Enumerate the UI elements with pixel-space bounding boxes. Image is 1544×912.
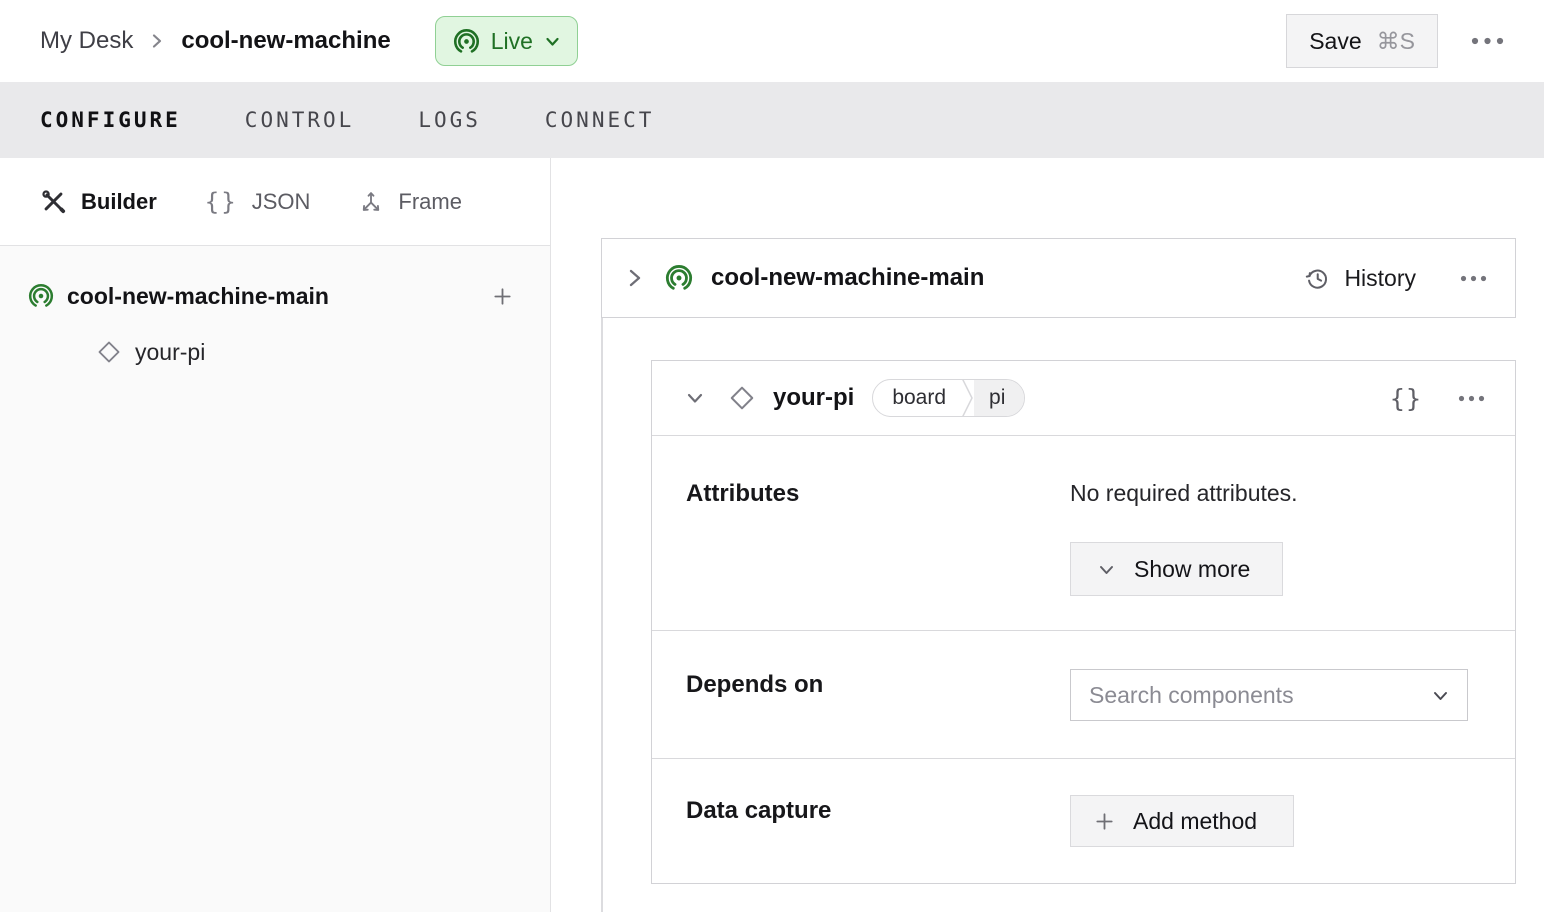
tab-logs[interactable]: LOGS xyxy=(418,108,481,132)
tree-item-machine-part-label: cool-new-machine-main xyxy=(67,282,329,309)
tab-connect[interactable]: CONNECT xyxy=(545,108,655,132)
broadcast-icon xyxy=(28,283,54,309)
chevron-down-icon xyxy=(544,33,561,50)
add-component-button[interactable] xyxy=(491,285,514,308)
add-method-button-label: Add method xyxy=(1133,807,1258,834)
diamond-icon xyxy=(96,339,122,365)
machine-name-title: cool-new-machine xyxy=(181,27,391,54)
top-bar: My Desk cool-new-machine Live Save ⌘S xyxy=(0,0,1544,82)
component-tree: cool-new-machine-main your-pi xyxy=(0,246,550,380)
attributes-empty-text: No required attributes. xyxy=(1070,480,1298,506)
broadcast-icon xyxy=(665,264,693,292)
history-button-label: History xyxy=(1344,264,1416,291)
plus-icon xyxy=(1093,810,1116,833)
config-main-panel: cool-new-machine-main History your-pi bo… xyxy=(551,158,1544,912)
history-button[interactable]: History xyxy=(1304,265,1416,292)
part-menu-ellipsis-icon[interactable] xyxy=(1460,275,1487,282)
add-method-button[interactable]: Add method xyxy=(1070,795,1294,847)
braces-icon: {} xyxy=(204,187,238,216)
view-tab-builder[interactable]: Builder xyxy=(40,188,157,215)
view-tab-builder-label: Builder xyxy=(81,188,157,214)
diamond-icon xyxy=(728,384,756,412)
config-view-switcher: Builder {} JSON Frame xyxy=(0,158,550,246)
search-components-input[interactable] xyxy=(1077,681,1431,709)
view-tab-frame-label: Frame xyxy=(398,188,462,214)
live-status-label: Live xyxy=(490,27,533,54)
badge-type-label: board xyxy=(892,386,947,409)
collapse-chevron-right-icon[interactable] xyxy=(624,266,645,290)
component-card-your-pi: your-pi board pi {} Attributes No requir… xyxy=(651,360,1516,884)
component-card-title: your-pi xyxy=(773,384,855,411)
config-sidebar: Builder {} JSON Frame cool-new-machine-m… xyxy=(0,158,551,912)
machine-part-card: cool-new-machine-main History xyxy=(601,238,1516,318)
braces-icon[interactable]: {} xyxy=(1390,384,1422,413)
tab-control[interactable]: CONTROL xyxy=(245,108,355,132)
collapse-chevron-down-icon[interactable] xyxy=(684,387,706,409)
show-more-button-label: Show more xyxy=(1134,555,1251,582)
tree-item-your-pi[interactable]: your-pi xyxy=(0,324,550,380)
component-card-header: your-pi board pi {} xyxy=(652,361,1515,436)
chevron-right-icon xyxy=(149,31,165,51)
tree-item-your-pi-label: your-pi xyxy=(135,338,206,365)
history-clock-icon xyxy=(1304,265,1331,292)
component-type-badge: board pi xyxy=(872,379,1026,417)
broadcast-icon xyxy=(453,28,480,55)
frame-axes-icon xyxy=(358,189,384,215)
breadcrumb-parent-link[interactable]: My Desk xyxy=(40,27,133,55)
live-status-dropdown[interactable]: Live xyxy=(434,16,578,66)
badge-model-label: pi xyxy=(974,380,1025,416)
content-area: Builder {} JSON Frame cool-new-machine-m… xyxy=(0,158,1544,912)
attributes-section: Attributes No required attributes. Show … xyxy=(652,436,1515,631)
badge-chevron-divider xyxy=(961,380,974,416)
depends-on-search-dropdown[interactable] xyxy=(1070,669,1468,721)
nav-tab-bar: CONFIGURE CONTROL LOGS CONNECT xyxy=(0,82,1544,158)
machine-menu-ellipsis-icon[interactable] xyxy=(1471,37,1504,45)
data-capture-section: Data capture Add method xyxy=(652,759,1515,885)
component-menu-ellipsis-icon[interactable] xyxy=(1458,395,1485,402)
breadcrumb: My Desk cool-new-machine xyxy=(40,27,391,55)
data-capture-section-label: Data capture xyxy=(686,797,832,824)
depends-on-section-label: Depends on xyxy=(686,671,824,698)
save-button-label: Save xyxy=(1309,27,1362,54)
view-tab-json[interactable]: {} JSON xyxy=(205,188,311,216)
top-bar-actions: Save ⌘S xyxy=(1286,14,1504,68)
view-tab-json-label: JSON xyxy=(251,188,311,214)
save-shortcut-hint: ⌘S xyxy=(1376,27,1415,54)
view-tab-frame[interactable]: Frame xyxy=(358,189,462,215)
chevron-down-icon xyxy=(1097,560,1116,579)
tools-icon xyxy=(40,188,67,215)
tree-connector-line xyxy=(601,318,603,912)
show-more-button[interactable]: Show more xyxy=(1070,542,1283,596)
depends-on-section: Depends on xyxy=(652,631,1515,759)
tab-configure[interactable]: CONFIGURE xyxy=(40,108,181,132)
machine-part-card-title: cool-new-machine-main xyxy=(711,264,985,291)
save-button[interactable]: Save ⌘S xyxy=(1286,14,1438,68)
tree-item-machine-part[interactable]: cool-new-machine-main xyxy=(0,268,550,324)
attributes-section-label: Attributes xyxy=(686,480,800,507)
chevron-down-icon[interactable] xyxy=(1431,686,1450,705)
